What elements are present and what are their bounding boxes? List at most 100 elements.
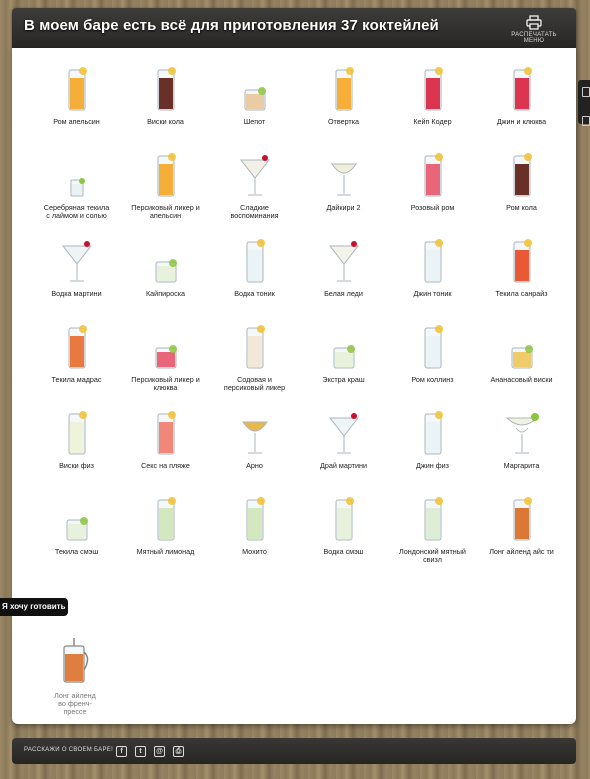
- facebook-icon[interactable]: f: [116, 746, 127, 757]
- cocktail-glass-icon: [121, 60, 210, 112]
- cocktail-name: Дайкири 2: [326, 203, 361, 212]
- cocktail-item[interactable]: Джин и клюква: [477, 60, 566, 146]
- cocktail-glass-icon: [32, 490, 121, 542]
- cocktail-item[interactable]: Содовая и персиковый ликер: [210, 318, 299, 404]
- want-cocktail-item[interactable]: Лонг айленд во френч-прессе: [40, 634, 110, 716]
- cocktail-glass-icon: [210, 404, 299, 456]
- share-icons: f t @ ⎙: [116, 746, 184, 757]
- cocktail-glass-icon: [210, 490, 299, 542]
- cocktail-item[interactable]: Дайкири 2: [299, 146, 388, 232]
- cocktail-name: Содовая и персиковый ликер: [223, 375, 286, 392]
- cocktail-name: Текила мадрас: [51, 375, 102, 384]
- cocktail-item[interactable]: Лондонский мятный свизл: [388, 490, 477, 576]
- cocktail-glass-icon: [32, 318, 121, 370]
- cocktail-item[interactable]: Водка мартини: [32, 232, 121, 318]
- print-menu-button[interactable]: РАСПЕЧАТАТЬ МЕНЮ: [502, 15, 566, 45]
- cocktail-item[interactable]: Текила санрайз: [477, 232, 566, 318]
- cocktail-item[interactable]: Персиковый ликер и апельсин: [121, 146, 210, 232]
- cocktail-name: Водка мартини: [51, 289, 102, 298]
- cocktail-glass-icon: [299, 232, 388, 284]
- cocktail-glass-icon: [32, 146, 121, 198]
- cocktail-glass-icon: [121, 232, 210, 284]
- cocktail-name: Серебряная текила с лаймом и солью: [43, 203, 110, 220]
- cocktail-glass-icon: [299, 60, 388, 112]
- cocktail-item[interactable]: Розовый ром: [388, 146, 477, 232]
- cocktail-name: Маргарита: [503, 461, 540, 470]
- cocktail-glass-icon: [477, 146, 566, 198]
- cocktail-item[interactable]: Экстра краш: [299, 318, 388, 404]
- cocktail-item[interactable]: Персиковый ликер и клюква: [121, 318, 210, 404]
- cocktail-name: Шепот: [243, 117, 266, 126]
- cocktail-name: Джин тоник: [413, 289, 452, 298]
- print-icon: [526, 15, 542, 30]
- cocktail-item[interactable]: Шепот: [210, 60, 299, 146]
- cocktail-glass-icon: [388, 404, 477, 456]
- cocktail-glass-icon: [388, 318, 477, 370]
- cocktail-glass-icon: [210, 318, 299, 370]
- cocktail-panel: Ром апельсин Виски кола Шепот Отвертка К…: [12, 48, 576, 724]
- cocktail-glass-icon: [121, 404, 210, 456]
- cocktail-glass-icon: [477, 490, 566, 542]
- cocktail-item[interactable]: Ананасовый виски: [477, 318, 566, 404]
- cocktail-name: Ром кола: [506, 203, 537, 212]
- cocktail-item[interactable]: Текила смэш: [32, 490, 121, 576]
- notepad-icon[interactable]: [578, 87, 590, 109]
- cocktail-glass-icon: [388, 146, 477, 198]
- cocktail-name: Персиковый ликер и апельсин: [131, 203, 200, 220]
- cocktail-item[interactable]: Джин тоник: [388, 232, 477, 318]
- cocktail-item[interactable]: Отвертка: [299, 60, 388, 146]
- cocktail-name: Лондонский мятный свизл: [399, 547, 466, 564]
- tell-about-bar-link[interactable]: РАССКАЖИ О СВОЕМ БАРЕ!: [24, 747, 113, 753]
- header-bar: В моем баре есть всё для приготовления 3…: [12, 8, 576, 48]
- cocktail-name: Персиковый ликер и клюква: [131, 375, 200, 392]
- cocktail-item[interactable]: Сладкие воспоминания: [210, 146, 299, 232]
- twitter-icon[interactable]: t: [135, 746, 146, 757]
- side-tabs: [578, 80, 590, 124]
- cocktail-glass-icon: [32, 232, 121, 284]
- cocktail-name: Розовый ром: [410, 203, 455, 212]
- cocktail-name: Ром коллинз: [411, 375, 454, 384]
- cocktail-item[interactable]: Мятный лимонад: [121, 490, 210, 576]
- cocktail-item[interactable]: Водка смэш: [299, 490, 388, 576]
- footer-bar: РАССКАЖИ О СВОЕМ БАРЕ! f t @ ⎙: [12, 738, 576, 764]
- cocktail-name: Арно: [246, 461, 263, 470]
- cocktail-name: Текила санрайз: [495, 289, 548, 298]
- cocktail-item[interactable]: Ром коллинз: [388, 318, 477, 404]
- cocktail-item[interactable]: Водка тоник: [210, 232, 299, 318]
- cocktail-name: Сладкие воспоминания: [230, 203, 279, 220]
- vk-icon[interactable]: @: [154, 746, 165, 757]
- cocktail-glass-icon: [32, 60, 121, 112]
- cocktail-item[interactable]: Серебряная текила с лаймом и солью: [32, 146, 121, 232]
- cocktail-name: Джин и клюква: [496, 117, 547, 126]
- list-icon[interactable]: [578, 116, 590, 138]
- cocktail-glass-icon: [477, 232, 566, 284]
- cocktail-name: Белая леди: [324, 289, 363, 298]
- cocktail-item[interactable]: Ром апельсин: [32, 60, 121, 146]
- cocktail-item[interactable]: Виски физ: [32, 404, 121, 490]
- cocktail-item[interactable]: Джин физ: [388, 404, 477, 490]
- cocktail-item[interactable]: Виски кола: [121, 60, 210, 146]
- print-icon[interactable]: ⎙: [173, 746, 184, 757]
- cocktail-glass-icon: [299, 318, 388, 370]
- cocktail-item[interactable]: Лонг айленд айс ти: [477, 490, 566, 576]
- cocktail-item[interactable]: Кейп Кодер: [388, 60, 477, 146]
- cocktail-name: Кейп Кодер: [413, 117, 452, 126]
- cocktail-name: Текила смэш: [54, 547, 99, 556]
- want-to-cook-tab[interactable]: Я хочу готовить: [0, 598, 68, 616]
- cocktail-item[interactable]: Драй мартини: [299, 404, 388, 490]
- cocktail-item[interactable]: Секс на пляже: [121, 404, 210, 490]
- cocktail-item[interactable]: Арно: [210, 404, 299, 490]
- cocktail-name: Мохито: [242, 547, 267, 556]
- cocktail-item[interactable]: Текила мадрас: [32, 318, 121, 404]
- cocktail-item[interactable]: Ром кола: [477, 146, 566, 232]
- cocktail-glass-icon: [299, 490, 388, 542]
- cocktail-glass-icon: [121, 146, 210, 198]
- cocktail-glass-icon: [210, 232, 299, 284]
- cocktail-name: Джин физ: [416, 461, 449, 470]
- cocktail-item[interactable]: Белая леди: [299, 232, 388, 318]
- cocktail-item[interactable]: Маргарита: [477, 404, 566, 490]
- cocktail-name: Водка смэш: [323, 547, 364, 556]
- cocktail-item[interactable]: Мохито: [210, 490, 299, 576]
- cocktail-glass-icon: [388, 60, 477, 112]
- cocktail-item[interactable]: Кайпироска: [121, 232, 210, 318]
